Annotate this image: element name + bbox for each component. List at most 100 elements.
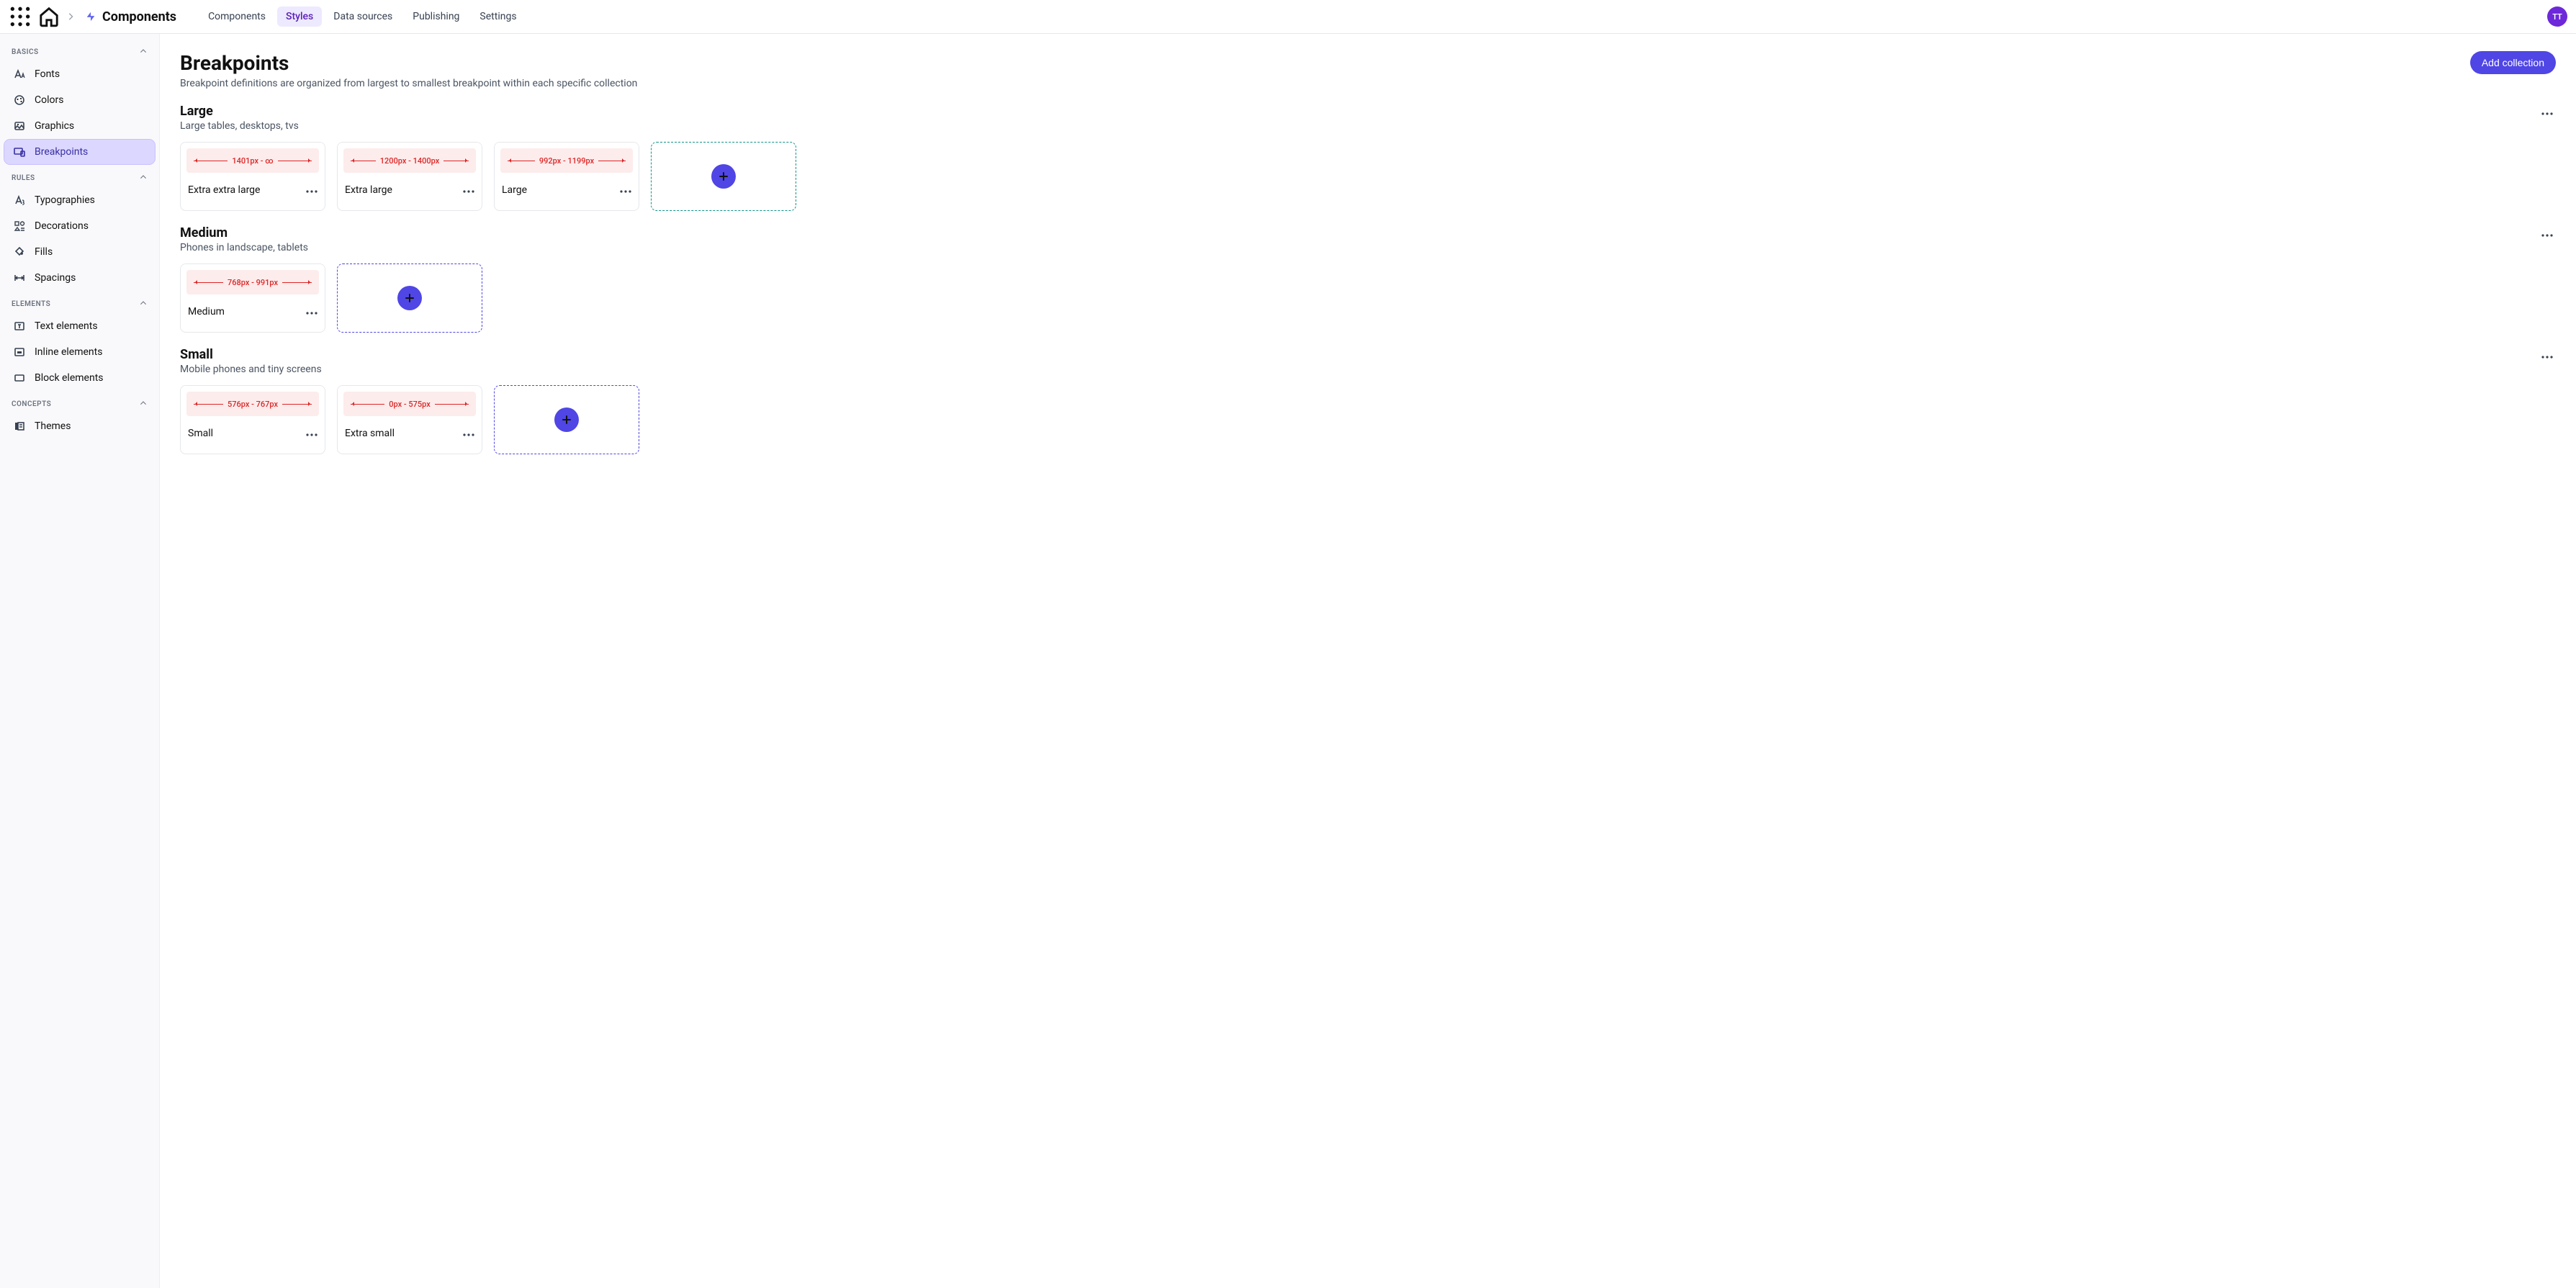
page-title: Breakpoints	[180, 51, 637, 75]
collection-description: Large tables, desktops, tvs	[180, 120, 299, 132]
inline-elements-icon	[13, 346, 26, 359]
breakpoint-card[interactable]: 576px - 767px Small	[180, 385, 325, 454]
sidebar-section-elements[interactable]: ELEMENTS	[3, 292, 156, 312]
sidebar-item-label: Breakpoints	[35, 146, 88, 158]
breakpoint-card[interactable]: 0px - 575px Extra small	[337, 385, 482, 454]
card-footer: Large	[495, 179, 639, 203]
range-strip: 992px - 1199px	[500, 148, 633, 173]
sidebar-item-fonts[interactable]: Fonts	[4, 62, 155, 86]
range-text: 0px - 575px	[389, 400, 430, 409]
page-header: Breakpoints Breakpoint definitions are o…	[180, 51, 2556, 89]
tab-components[interactable]: Components	[199, 6, 274, 27]
tab-data-sources[interactable]: Data sources	[325, 6, 401, 27]
nav-tabs: ComponentsStylesData sourcesPublishingSe…	[199, 6, 525, 27]
collection-more-icon[interactable]	[2539, 347, 2556, 364]
range-strip: 768px - 991px	[186, 270, 319, 294]
breakpoints-icon	[13, 145, 26, 158]
sidebar-item-breakpoints[interactable]: Breakpoints	[4, 140, 155, 164]
brand-logo-icon	[85, 11, 96, 22]
tab-publishing[interactable]: Publishing	[404, 6, 468, 27]
add-breakpoint-button[interactable]	[337, 264, 482, 333]
range-text: 768px - 991px	[228, 278, 278, 287]
collection-medium: MediumPhones in landscape, tablets768px …	[180, 225, 2556, 333]
breakpoint-name: Extra extra large	[188, 184, 260, 196]
sidebar-item-decorations[interactable]: Decorations	[4, 214, 155, 238]
sidebar-section-basics[interactable]: BASICS	[3, 40, 156, 60]
sidebar-item-fills[interactable]: Fills	[4, 240, 155, 264]
breakpoint-card[interactable]: 1401px - ∞ Extra extra large	[180, 142, 325, 211]
card-preview: 576px - 767px	[181, 386, 325, 422]
sidebar-item-typographies[interactable]: Typographies	[4, 188, 155, 212]
card-preview: 992px - 1199px	[495, 143, 639, 179]
card-more-icon[interactable]	[463, 428, 474, 439]
breakpoint-name: Extra large	[345, 184, 392, 196]
card-more-icon[interactable]	[463, 184, 474, 196]
breakpoint-card[interactable]: 992px - 1199px Large	[494, 142, 639, 211]
sidebar-item-spacings[interactable]: Spacings	[4, 266, 155, 290]
sidebar-item-label: Spacings	[35, 272, 76, 284]
sidebar-item-label: Typographies	[35, 194, 95, 206]
section-label: BASICS	[12, 48, 39, 56]
section-label: ELEMENTS	[12, 300, 50, 308]
breakpoint-name: Extra small	[345, 428, 395, 439]
arrow-left-icon	[194, 404, 223, 405]
range-strip: 0px - 575px	[343, 392, 476, 416]
avatar[interactable]: TT	[2547, 6, 2567, 27]
apps-icon[interactable]	[9, 5, 32, 28]
typographies-icon	[13, 194, 26, 207]
collection-large: Large Large tables, desktops, tvs 1401px -…	[180, 104, 2556, 211]
sidebar-item-themes[interactable]: Themes	[4, 414, 155, 438]
sidebar-item-inline-elements[interactable]: Inline elements	[4, 340, 155, 364]
collection-title: Medium	[180, 225, 308, 240]
range-strip: 1200px - 1400px	[343, 148, 476, 173]
sidebar-item-label: Fills	[35, 246, 53, 258]
card-list: 576px - 767px Small 0px - 575px Extra small	[180, 385, 2556, 454]
arrow-right-icon	[282, 404, 312, 405]
brand[interactable]: Components	[85, 9, 176, 24]
sidebar-item-label: Colors	[35, 94, 63, 106]
sidebar-item-block-elements[interactable]: Block elements	[4, 366, 155, 390]
card-more-icon[interactable]	[306, 184, 318, 196]
breakpoint-name: Medium	[188, 306, 225, 318]
section-label: CONCEPTS	[12, 400, 51, 408]
home-icon[interactable]	[37, 5, 60, 28]
topbar-left: Components ComponentsStylesData sourcesP…	[9, 5, 526, 28]
topbar: Components ComponentsStylesData sourcesP…	[0, 0, 2576, 34]
range-strip: 576px - 767px	[186, 392, 319, 416]
arrow-right-icon	[282, 282, 312, 283]
card-preview: 1401px - ∞	[181, 143, 325, 179]
sidebar-item-label: Graphics	[35, 120, 74, 132]
brand-name: Components	[102, 9, 176, 24]
sidebar-item-colors[interactable]: Colors	[4, 88, 155, 112]
add-breakpoint-button[interactable]	[651, 142, 796, 211]
breakpoint-card[interactable]: 1200px - 1400px Extra large	[337, 142, 482, 211]
collection-description: Mobile phones and tiny screens	[180, 364, 322, 375]
sidebar-item-text-elements[interactable]: Text elements	[4, 314, 155, 338]
collection-more-icon[interactable]	[2539, 225, 2556, 243]
card-list: 768px - 991px Medium	[180, 264, 2556, 333]
add-collection-button[interactable]: Add collection	[2470, 51, 2556, 74]
graphics-icon	[13, 120, 26, 132]
range-text: 1200px - 1400px	[380, 156, 440, 166]
sidebar-section-concepts[interactable]: CONCEPTS	[3, 392, 156, 413]
tab-styles[interactable]: Styles	[277, 6, 322, 27]
collection-title: Small	[180, 347, 322, 362]
tab-settings[interactable]: Settings	[471, 6, 525, 27]
text-elements-icon	[13, 320, 26, 333]
sidebar-item-label: Block elements	[35, 372, 104, 384]
card-more-icon[interactable]	[306, 428, 318, 439]
range-strip: 1401px - ∞	[186, 148, 319, 173]
card-footer: Extra extra large	[181, 179, 325, 203]
card-more-icon[interactable]	[620, 184, 631, 196]
sidebar-section-rules[interactable]: RULES	[3, 166, 156, 186]
block-elements-icon	[13, 371, 26, 384]
collection-more-icon[interactable]	[2539, 104, 2556, 121]
breakpoint-card[interactable]: 768px - 991px Medium	[180, 264, 325, 333]
sidebar-item-label: Themes	[35, 420, 71, 432]
chevron-up-icon	[139, 299, 148, 310]
sidebar-item-graphics[interactable]: Graphics	[4, 114, 155, 138]
card-footer: Small	[181, 422, 325, 446]
add-breakpoint-button[interactable]	[494, 385, 639, 454]
plus-icon	[397, 286, 422, 310]
card-more-icon[interactable]	[306, 306, 318, 318]
